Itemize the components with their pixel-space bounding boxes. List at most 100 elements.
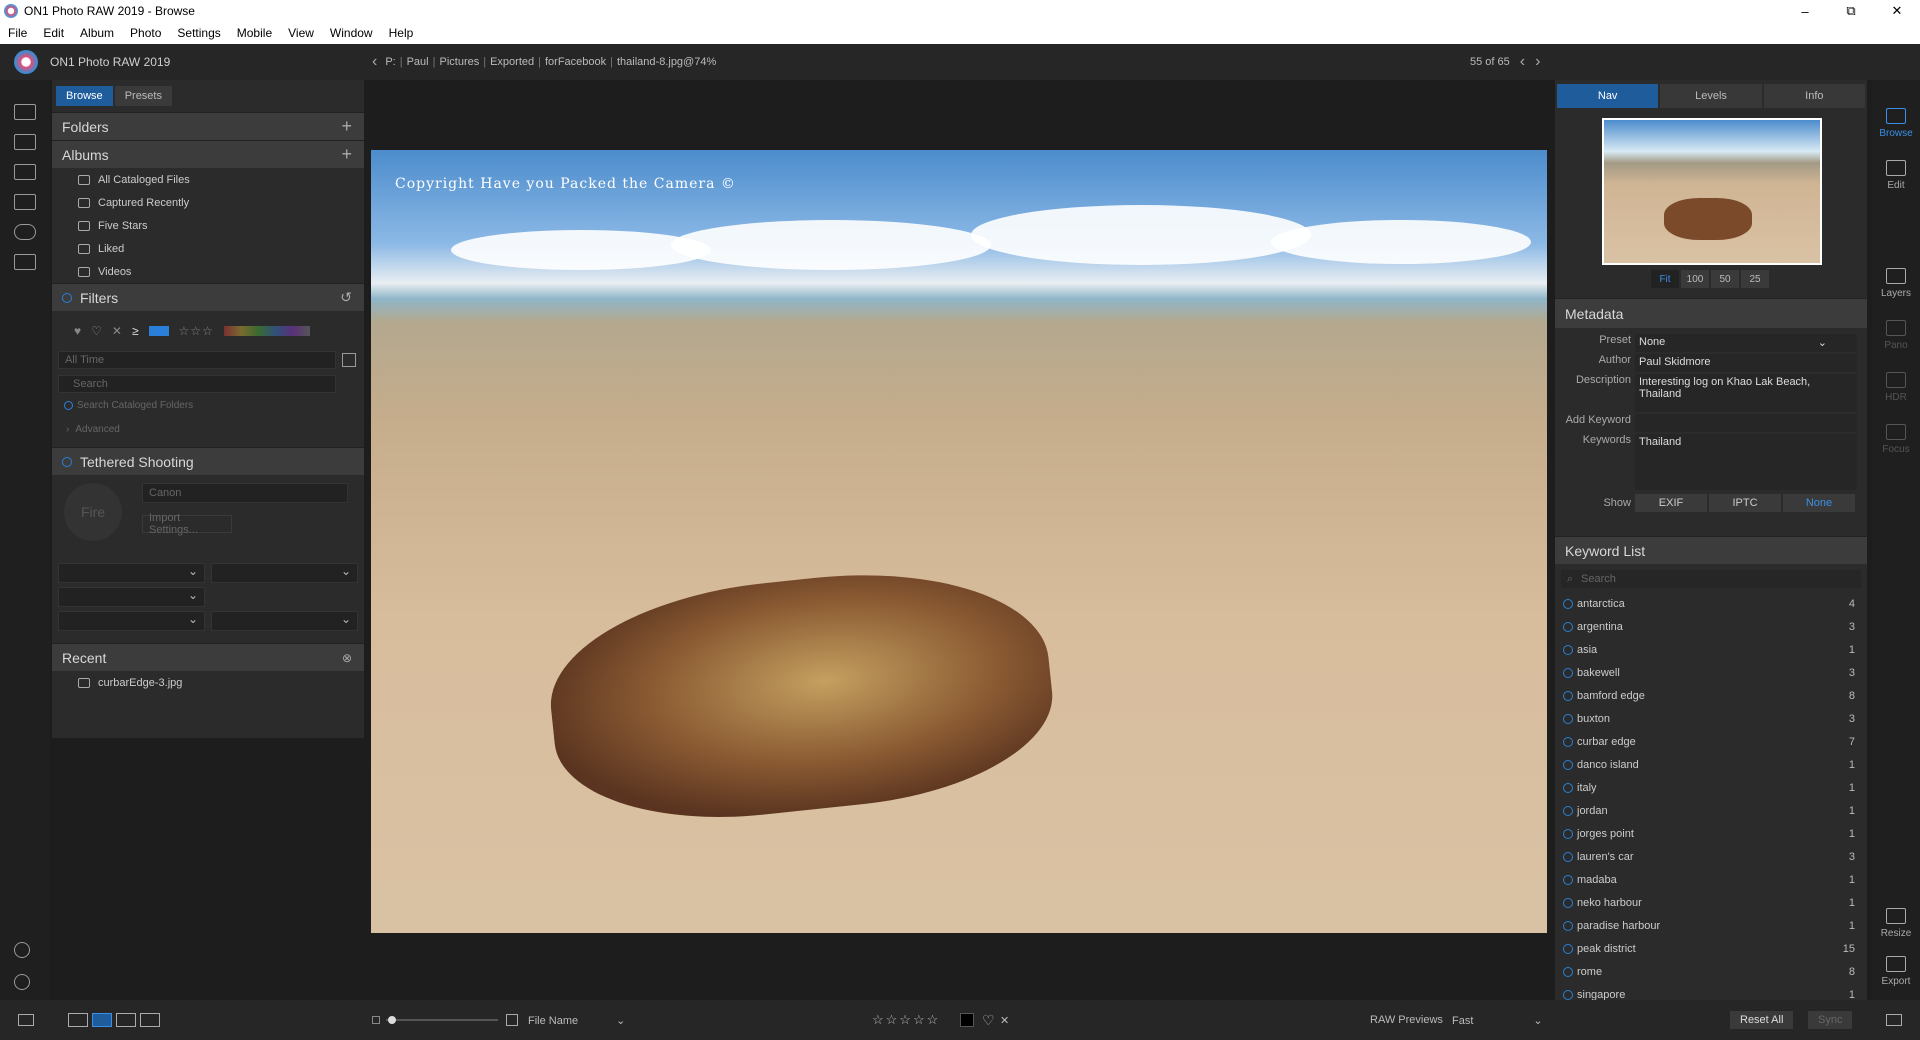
keyword-checkbox-icon[interactable] <box>1563 736 1573 747</box>
rating-stars-icon[interactable]: ☆☆☆☆☆ <box>872 1012 940 1028</box>
zoom-100[interactable]: 100 <box>1681 270 1709 288</box>
tether-dropdown[interactable]: ⌄ <box>58 563 205 583</box>
sync-button[interactable]: Sync <box>1808 1011 1853 1029</box>
reject-x-icon[interactable]: ✕ <box>1000 1014 1009 1027</box>
description-field[interactable]: Interesting log on Khao Lak Beach, Thail… <box>1635 374 1857 412</box>
album-item[interactable]: Liked <box>52 237 364 260</box>
keyword-checkbox-icon[interactable] <box>1563 874 1573 885</box>
albums-header[interactable]: Albums + <box>52 140 364 168</box>
keyword-checkbox-icon[interactable] <box>1563 644 1573 655</box>
keyword-checkbox-icon[interactable] <box>1563 713 1573 724</box>
keyword-checkbox-icon[interactable] <box>1563 621 1573 632</box>
raw-previews-select[interactable]: Fast ⌄ <box>1452 1014 1543 1027</box>
crumb-forfacebook[interactable]: forFacebook <box>545 56 606 68</box>
folder-icon[interactable] <box>14 164 36 180</box>
folders-header[interactable]: Folders + <box>52 112 364 140</box>
keyword-item[interactable]: buxton 3 <box>1555 707 1867 730</box>
previous-image-icon[interactable]: ‹ <box>1520 53 1525 71</box>
module-browse[interactable]: Browse <box>1872 108 1920 139</box>
album-item[interactable]: Captured Recently <box>52 191 364 214</box>
thumbnail-size-slider[interactable] <box>386 1019 498 1021</box>
reset-filters-icon[interactable]: ↺ <box>340 289 352 306</box>
keyword-item[interactable]: bamford edge 8 <box>1555 684 1867 707</box>
tether-dropdown[interactable]: ⌄ <box>58 587 205 607</box>
fire-button[interactable]: Fire <box>64 483 122 541</box>
compare-view-icon[interactable] <box>140 1013 160 1027</box>
crumb-paul[interactable]: Paul <box>407 56 429 68</box>
keywords-field[interactable]: Thailand <box>1635 434 1857 490</box>
keyword-checkbox-icon[interactable] <box>1563 851 1573 862</box>
minimize-button[interactable]: – <box>1782 0 1828 22</box>
keyword-checkbox-icon[interactable] <box>1563 690 1573 701</box>
filters-header[interactable]: Filters ↺ <box>52 283 364 311</box>
keyword-checkbox-icon[interactable] <box>1563 598 1573 609</box>
add-folder-icon[interactable]: + <box>341 116 352 137</box>
keyword-item[interactable]: antarctica 4 <box>1555 592 1867 615</box>
restore-button[interactable]: ⧉ <box>1828 0 1874 22</box>
search-cataloged-option[interactable]: Search Cataloged Folders <box>52 393 364 417</box>
import-settings-button[interactable]: Import Settings... <box>142 512 232 536</box>
show-iptc-button[interactable]: IPTC <box>1709 494 1781 512</box>
crumb-drive[interactable]: P: <box>385 56 395 68</box>
sort-select[interactable]: File Name ⌄ <box>528 1014 625 1027</box>
album-item[interactable]: Videos <box>52 260 364 283</box>
user-icon[interactable] <box>14 942 30 958</box>
keyword-checkbox-icon[interactable] <box>1563 966 1573 977</box>
menu-settings[interactable]: Settings <box>169 26 228 40</box>
recent-item[interactable]: curbarEdge-3.jpg <box>52 671 364 694</box>
keyword-list-header[interactable]: Keyword List <box>1555 536 1867 564</box>
tab-browse[interactable]: Browse <box>56 86 113 106</box>
help-icon[interactable] <box>14 974 30 990</box>
menu-help[interactable]: Help <box>381 26 422 40</box>
calendar-icon[interactable] <box>342 353 356 367</box>
reset-all-button[interactable]: Reset All <box>1730 1011 1794 1029</box>
next-image-icon[interactable]: › <box>1535 53 1540 71</box>
menu-view[interactable]: View <box>280 26 322 40</box>
time-filter-field[interactable]: All Time <box>58 351 336 369</box>
show-none-button[interactable]: None <box>1783 494 1855 512</box>
album-item[interactable]: All Cataloged Files <box>52 168 364 191</box>
keyword-search-input[interactable]: ⌕ Search <box>1561 570 1861 588</box>
rating-stars-selected[interactable] <box>148 326 169 336</box>
menu-mobile[interactable]: Mobile <box>229 26 280 40</box>
keyword-checkbox-icon[interactable] <box>1563 920 1573 931</box>
keyword-item[interactable]: neko harbour 1 <box>1555 891 1867 914</box>
keyword-item[interactable]: rome 8 <box>1555 960 1867 983</box>
zoom-25[interactable]: 25 <box>1741 270 1769 288</box>
keyword-item[interactable]: italy 1 <box>1555 776 1867 799</box>
keyword-item[interactable]: argentina 3 <box>1555 615 1867 638</box>
menu-file[interactable]: File <box>0 26 35 40</box>
crumb-exported[interactable]: Exported <box>490 56 534 68</box>
menu-album[interactable]: Album <box>72 26 122 40</box>
tether-dropdown[interactable]: ⌄ <box>58 611 205 631</box>
on1-logo-icon[interactable] <box>14 50 38 74</box>
chevron-left-icon[interactable]: ‹ <box>372 53 377 71</box>
cloud-icon[interactable] <box>14 224 36 240</box>
color-label-swatches[interactable] <box>223 326 310 336</box>
tether-dropdown[interactable]: ⌄ <box>211 611 358 631</box>
tab-presets[interactable]: Presets <box>114 86 172 106</box>
menu-edit[interactable]: Edit <box>35 26 72 40</box>
keyword-item[interactable]: jorges point 1 <box>1555 822 1867 845</box>
module-pano[interactable]: Pano <box>1872 320 1920 351</box>
module-export[interactable]: Export <box>1872 956 1920 987</box>
metadata-header[interactable]: Metadata <box>1555 298 1867 328</box>
keyword-item[interactable]: bakewell 3 <box>1555 661 1867 684</box>
camera-field[interactable]: Canon <box>142 483 348 503</box>
keyword-item[interactable]: curbar edge 7 <box>1555 730 1867 753</box>
close-button[interactable]: ✕ <box>1874 0 1920 22</box>
slider-handle[interactable] <box>388 1016 396 1024</box>
advanced-toggle[interactable]: › Advanced <box>52 417 364 441</box>
navigator-thumbnail[interactable] <box>1602 118 1822 265</box>
reject-icon[interactable]: ✕ <box>112 324 122 338</box>
albums-icon[interactable] <box>14 254 36 270</box>
tethered-toggle-icon[interactable] <box>62 456 72 467</box>
zoom-50[interactable]: 50 <box>1711 270 1739 288</box>
module-edit[interactable]: Edit <box>1872 160 1920 191</box>
drive-icon[interactable] <box>14 194 36 210</box>
tether-dropdown[interactable]: ⌄ <box>211 563 358 583</box>
keyword-item[interactable]: asia 1 <box>1555 638 1867 661</box>
clear-recent-icon[interactable]: ⊗ <box>342 651 352 665</box>
zoom-fit[interactable]: Fit <box>1651 270 1679 288</box>
filter-search-input[interactable]: Search <box>58 375 336 393</box>
